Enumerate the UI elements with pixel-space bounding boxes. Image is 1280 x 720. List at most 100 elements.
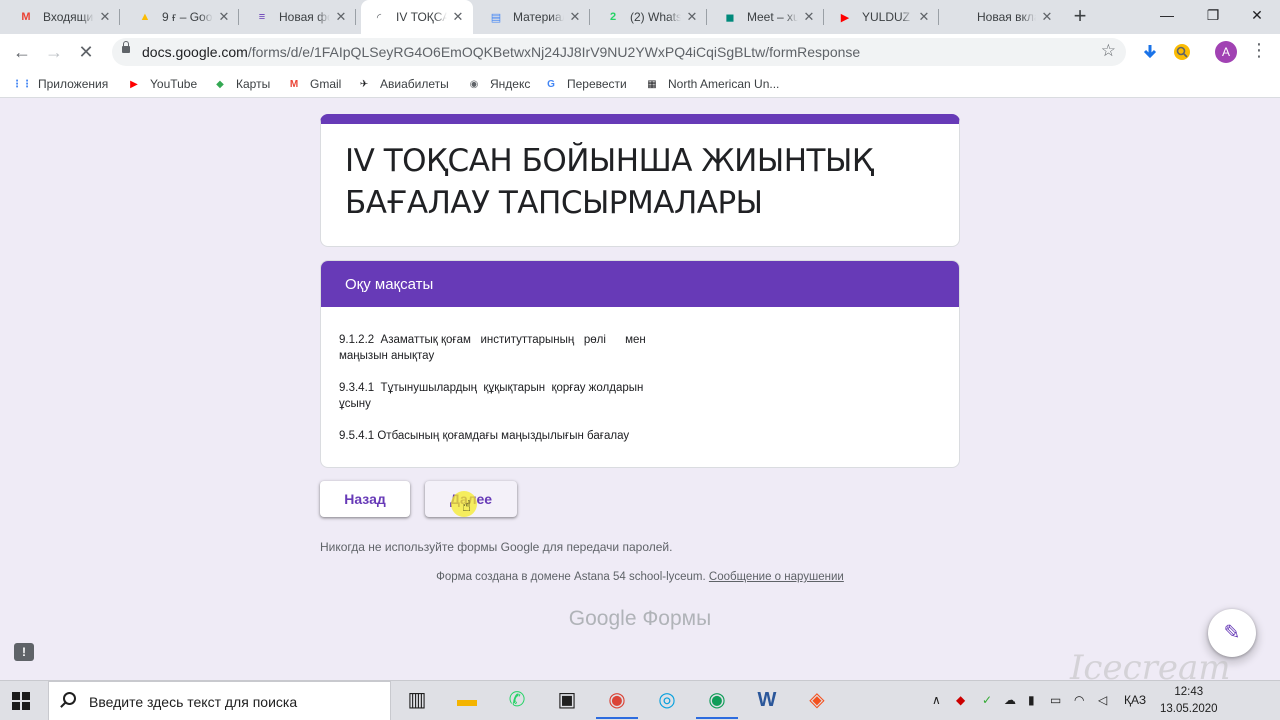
- google-meet-icon: ◼: [725, 11, 735, 24]
- forward-icon[interactable]: →: [42, 40, 66, 64]
- whatsapp-icon[interactable]: ✆: [504, 687, 530, 713]
- browser-tab[interactable]: Новая вкладка ✕: [942, 0, 1062, 34]
- tab-strip: M Входящие ✕ ▲ 9 ғ – Google Диск ✕ ≡ Новая форм…: [0, 0, 1280, 34]
- recorder-watermark: Icecream: [1070, 648, 1231, 688]
- stop-loading-icon[interactable]: ✕: [74, 40, 98, 64]
- bookmark-label: Перевести: [567, 77, 627, 91]
- bookmark-label: YouTube: [150, 77, 198, 91]
- form-title-card: IV ТОҚСАН БОЙЫНША ЖИЫНТЫҚ БАҒАЛАУ ТАПСЫР…: [320, 114, 960, 247]
- close-tab-icon[interactable]: ✕: [217, 9, 231, 25]
- tab-title: Материалы: [513, 10, 564, 24]
- tray-dropbox-icon[interactable]: ◆: [956, 693, 965, 707]
- google-forms-logo[interactable]: Google Формы: [320, 607, 960, 631]
- word-icon[interactable]: W: [754, 687, 780, 713]
- close-tab-icon[interactable]: ✕: [451, 9, 465, 25]
- browser-tab[interactable]: M Входящие ✕: [8, 0, 120, 34]
- browser-tab[interactable]: ▶ YULDUZ U ✕: [827, 0, 939, 34]
- bookmark-label: Яндекс: [490, 77, 531, 91]
- close-tab-icon[interactable]: ✕: [98, 9, 112, 25]
- bookmark-item[interactable]: ▦ North American Un...: [644, 76, 779, 92]
- tab-title: YULDUZ U: [862, 10, 913, 24]
- download-icon[interactable]: [1140, 42, 1160, 62]
- document-icon: ▤: [490, 11, 502, 24]
- bookmarks-bar: ⋮⋮ Приложения ▶ YouTube ◆ Карты M Gmail ✈ Авиабил…: [0, 70, 1280, 98]
- browser-menu-icon[interactable]: ⋮: [1250, 40, 1268, 61]
- search-icon: [63, 692, 76, 705]
- google-forms-icon: ≡: [258, 11, 266, 23]
- new-tab-button[interactable]: +: [1068, 4, 1092, 28]
- maximize-button[interactable]: ❐: [1190, 0, 1236, 32]
- file-explorer-icon[interactable]: ▬: [454, 687, 480, 713]
- language-indicator[interactable]: ҚАЗ: [1124, 693, 1146, 707]
- bookmark-item[interactable]: ▶ YouTube: [126, 76, 197, 92]
- minimize-button[interactable]: —: [1144, 0, 1190, 32]
- report-abuse-link[interactable]: Сообщение о нарушении: [709, 571, 844, 583]
- tab-title: Входящие: [43, 10, 94, 24]
- bookmark-item[interactable]: M Gmail: [286, 76, 342, 92]
- bookmark-label: Авиабилеты: [380, 77, 449, 91]
- tray-cloud-icon[interactable]: ☁: [1004, 693, 1016, 707]
- tab-separator: [706, 9, 707, 25]
- close-tab-icon[interactable]: ✕: [917, 9, 931, 25]
- youtube-icon: ▶: [840, 11, 850, 24]
- extension-icon[interactable]: [1172, 42, 1192, 62]
- tab-separator: [938, 9, 939, 25]
- tray-check-icon[interactable]: ✓: [982, 693, 992, 707]
- back-icon[interactable]: ←: [10, 40, 34, 64]
- bookmark-item[interactable]: ✈ Авиабилеты: [356, 76, 449, 92]
- taskbar-clock[interactable]: 12:43 13.05.2020: [1160, 684, 1218, 718]
- bookmark-label: Gmail: [310, 77, 342, 91]
- browser-toolbar: ← → ✕ docs.google.com/forms/d/e/1FAIpQLS…: [0, 34, 1280, 70]
- taskbar-search[interactable]: Введите здесь текст для поиска: [48, 681, 391, 720]
- youtube-icon: ▶: [130, 78, 138, 90]
- feedback-icon[interactable]: !: [14, 643, 34, 661]
- close-tab-icon[interactable]: ✕: [1040, 9, 1054, 25]
- bookmark-item[interactable]: ⋮⋮ Приложения: [12, 76, 108, 92]
- objective-text: 9.3.4.1 Тұтынушылардың құқықтарын қорғау…: [339, 382, 644, 410]
- objective-text: 9.1.2.2 Азаматтық қоғам институттарының …: [339, 334, 646, 362]
- tab-title: Новая вкладка: [977, 10, 1036, 24]
- browser-tab[interactable]: 2 (2) WhatsApp ✕: [595, 0, 707, 34]
- tab-title: 9 ғ – Google Диск: [162, 10, 213, 24]
- google-maps-icon: ◆: [216, 78, 224, 90]
- close-tab-icon[interactable]: ✕: [568, 9, 582, 25]
- bookmark-item[interactable]: G Перевести: [543, 76, 627, 92]
- lock-icon[interactable]: [122, 41, 130, 53]
- close-tab-icon[interactable]: ✕: [685, 9, 699, 25]
- browser-tab[interactable]: ▤ Материалы ✕: [478, 0, 590, 34]
- gmail-icon: M: [21, 11, 31, 23]
- bookmark-item[interactable]: ◉ Яндекс: [466, 76, 531, 92]
- clock-date: 13.05.2020: [1160, 703, 1218, 715]
- browser-tab[interactable]: ◼ Meet – xu ✕: [712, 0, 824, 34]
- tray-chevron-icon[interactable]: ∧: [932, 693, 941, 707]
- close-window-button[interactable]: ✕: [1234, 0, 1280, 32]
- recorder-icon[interactable]: ◈: [804, 687, 830, 713]
- domain-text: Форма создана в домене Astana 54 school-…: [436, 571, 706, 583]
- tray-battery-icon[interactable]: ▭: [1050, 693, 1061, 707]
- tab-separator: [589, 9, 590, 25]
- bookmark-star-icon[interactable]: ☆: [1101, 41, 1116, 61]
- camera-app-icon[interactable]: ◎: [654, 687, 680, 713]
- store-icon[interactable]: ▣: [554, 687, 580, 713]
- airplane-icon: ✈: [359, 78, 369, 90]
- task-view-icon[interactable]: ▥: [404, 687, 430, 713]
- close-tab-icon[interactable]: ✕: [334, 9, 348, 25]
- close-tab-icon[interactable]: ✕: [802, 9, 816, 25]
- address-bar[interactable]: docs.google.com/forms/d/e/1FAIpQLSeyRG4O…: [112, 38, 1126, 66]
- tray-usb-icon[interactable]: ▮: [1028, 693, 1035, 707]
- back-button[interactable]: Назад: [320, 481, 410, 517]
- section-title: Оқу мақсаты: [321, 261, 959, 307]
- browser-tab[interactable]: ◜ IV ТОҚСАН БОЙЫНША ✕: [361, 0, 473, 34]
- windows-start-icon[interactable]: [12, 692, 30, 710]
- bookmark-item[interactable]: ◆ Карты: [212, 76, 270, 92]
- profile-avatar[interactable]: A: [1215, 41, 1237, 63]
- tray-network-icon[interactable]: ◠: [1074, 693, 1084, 707]
- apps-grid-icon: ⋮⋮: [12, 78, 32, 90]
- browser-tab[interactable]: ▲ 9 ғ – Google Диск ✕: [127, 0, 239, 34]
- chrome-icon[interactable]: ◉: [596, 687, 638, 719]
- tray-volume-icon[interactable]: ◁: [1098, 693, 1107, 707]
- chrome-icon[interactable]: ◉: [696, 687, 738, 719]
- tab-title: IV ТОҚСАН БОЙЫНША: [396, 10, 447, 24]
- loading-spinner-icon: ◜: [376, 11, 382, 24]
- browser-tab[interactable]: ≡ Новая форма ✕: [244, 0, 356, 34]
